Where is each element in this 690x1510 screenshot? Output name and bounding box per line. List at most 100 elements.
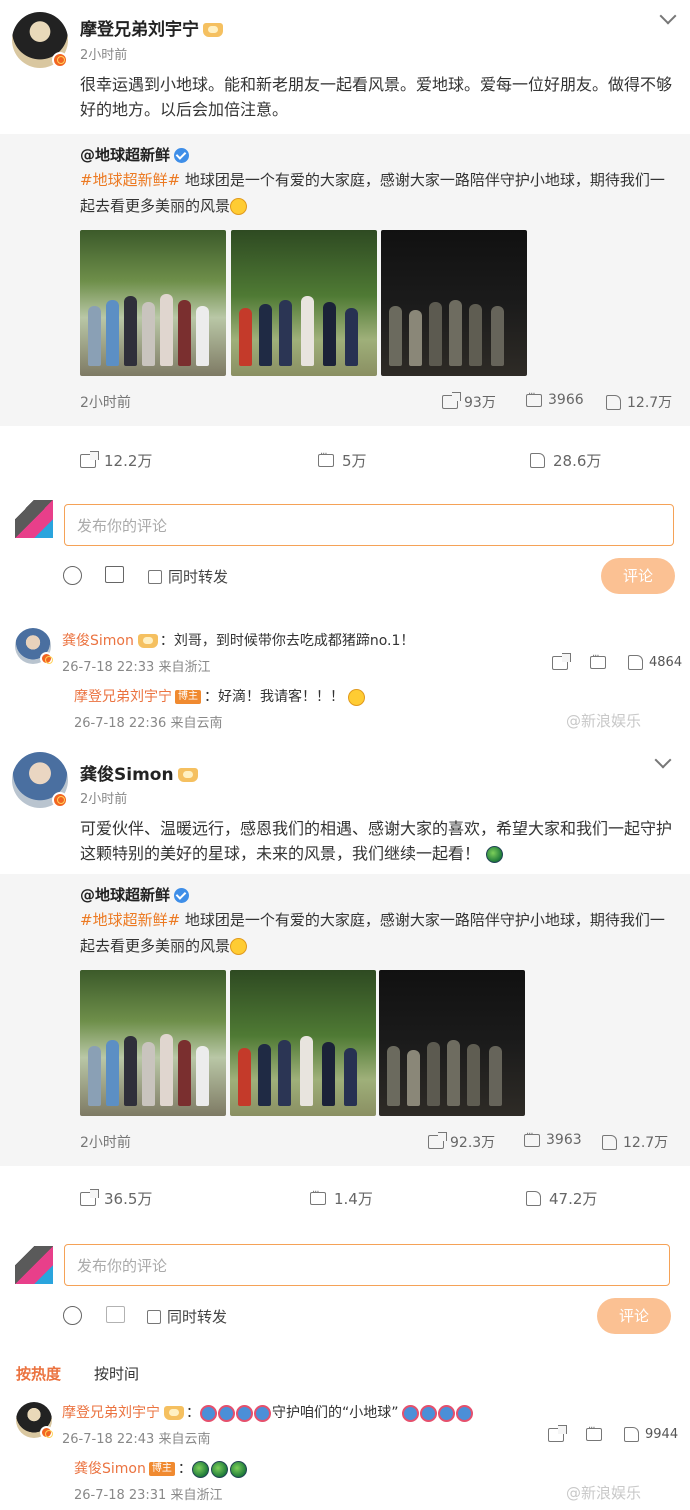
heart-emoji-icon xyxy=(437,1404,455,1422)
image-button[interactable] xyxy=(106,1306,125,1323)
author-name[interactable]: 龚俊Simon xyxy=(80,760,198,785)
verified-badge-icon xyxy=(52,52,68,68)
replier-name[interactable]: 龚俊Simon xyxy=(74,1461,146,1477)
comment-input[interactable]: 发布你的评论 xyxy=(64,504,674,546)
repost-author[interactable]: @地球超新鲜 xyxy=(80,144,190,165)
comment-colon: ： xyxy=(186,1405,200,1421)
comment-like-count: 9944 xyxy=(645,1427,679,1442)
like-icon xyxy=(628,655,643,670)
comment-button[interactable]: 5万 xyxy=(318,449,367,471)
comment-meta: 26-7-18 22:43 来自云南 xyxy=(62,1432,211,1447)
comment-icon xyxy=(310,1187,326,1205)
heart-emoji-icon xyxy=(218,1404,235,1422)
comment-line: 龚俊Simon ：刘哥，到时候带你去吃成都猪蹄no.1！ xyxy=(62,630,414,650)
post-1: 摩登兄弟刘宇宁 2小时前 很幸运遇到小地球。能和新老朋友一起看风景。爱地球。爱每… xyxy=(0,0,690,731)
replier-name[interactable]: 摩登兄弟刘宇宁 xyxy=(74,689,172,705)
comment-like-button[interactable]: 9944 xyxy=(624,1427,678,1442)
sort-by-hot-tab[interactable]: 按热度 xyxy=(16,1363,61,1384)
like-icon xyxy=(530,453,545,468)
repost-card[interactable]: @地球超新鲜 #地球超新鲜# 地球团是一个有爱的大家庭，感谢大家一路陪伴守护小地… xyxy=(0,134,690,426)
repost-author-text: @地球超新鲜 xyxy=(80,886,171,904)
reply-meta: 26-7-18 22:36 来自云南 xyxy=(74,716,223,731)
count-text: 12.7万 xyxy=(627,395,673,411)
repost-comment-count[interactable]: 3966 xyxy=(526,389,584,408)
submit-comment-button[interactable]: 评论 xyxy=(601,558,675,594)
also-repost-checkbox[interactable]: 同时转发 xyxy=(147,1306,227,1327)
verified-check-icon xyxy=(174,148,190,163)
earth-emoji-icon xyxy=(229,1460,247,1478)
reply-text: ：好滴！我请客！！！ xyxy=(204,689,344,705)
repost-image-1[interactable] xyxy=(80,970,226,1116)
crown-icon xyxy=(177,768,198,782)
comment-icon[interactable] xyxy=(590,651,606,669)
author-name[interactable]: 摩登兄弟刘宇宁 xyxy=(80,15,223,40)
repost-button[interactable]: 36.5万 xyxy=(80,1188,152,1209)
post-time: 2小时前 xyxy=(80,792,128,807)
submit-comment-button[interactable]: 评论 xyxy=(597,1298,671,1334)
repost-time: 2小时前 xyxy=(80,395,131,411)
commenter-name[interactable]: 龚俊Simon xyxy=(62,633,134,649)
emoji-button[interactable] xyxy=(63,566,82,585)
earth-emoji-icon xyxy=(486,846,504,863)
repost-button[interactable]: 12.2万 xyxy=(80,450,152,471)
verified-badge-icon xyxy=(52,792,68,808)
emoji-icon xyxy=(63,566,82,585)
count-text: 93万 xyxy=(464,395,496,411)
commenter-name[interactable]: 摩登兄弟刘宇宁 xyxy=(62,1405,160,1421)
watermark: @新浪娱乐 xyxy=(566,1484,642,1502)
repost-image-3[interactable] xyxy=(379,970,525,1116)
host-badge: 博主 xyxy=(175,690,201,704)
repost-count: 12.2万 xyxy=(104,452,153,470)
repost-repost-count[interactable]: 93万 xyxy=(442,392,496,412)
repost-icon xyxy=(428,1132,447,1149)
comment-input[interactable]: 发布你的评论 xyxy=(64,1244,670,1286)
comment-count: 5万 xyxy=(342,452,367,470)
heart-emoji-icon xyxy=(419,1404,437,1422)
emoji-icon xyxy=(63,1306,82,1325)
chevron-down-icon[interactable] xyxy=(659,7,677,25)
comment-like-button[interactable]: 4864 xyxy=(628,655,682,670)
chevron-down-icon[interactable] xyxy=(654,751,672,769)
hashtag-link[interactable]: #地球超新鲜# xyxy=(80,171,180,189)
crown-icon xyxy=(203,23,223,37)
smile-emoji-icon xyxy=(230,938,248,955)
comment-meta: 26-7-18 22:33 来自浙江 xyxy=(62,660,211,675)
sort-by-time-tab[interactable]: 按时间 xyxy=(94,1363,139,1384)
repost-icon[interactable] xyxy=(552,652,571,670)
comment-icon xyxy=(524,1129,540,1147)
repost-card[interactable]: @地球超新鲜 #地球超新鲜# 地球团是一个有爱的大家庭，感谢大家一路陪伴守护小地… xyxy=(0,874,690,1166)
repost-image-1[interactable] xyxy=(80,230,226,376)
repost-image-2[interactable] xyxy=(231,230,377,376)
like-icon xyxy=(606,394,621,410)
reply-line: 摩登兄弟刘宇宁 博主 ：好滴！我请客！！！ xyxy=(74,686,365,706)
checkbox-box[interactable] xyxy=(147,1309,161,1324)
image-icon xyxy=(106,1306,125,1323)
repost-icon xyxy=(442,392,461,409)
repost-repost-count[interactable]: 92.3万 xyxy=(428,1132,495,1152)
like-button[interactable]: 47.2万 xyxy=(526,1188,597,1209)
repost-comment-count[interactable]: 3963 xyxy=(524,1129,582,1148)
comment-text: 守护咱们的“小地球” xyxy=(272,1405,399,1421)
hashtag-link[interactable]: #地球超新鲜# xyxy=(80,911,180,929)
repost-like-count[interactable]: 12.7万 xyxy=(606,392,672,412)
repost-author[interactable]: @地球超新鲜 xyxy=(80,884,190,905)
also-repost-checkbox[interactable]: 同时转发 xyxy=(148,566,228,587)
verified-badge-icon xyxy=(40,1426,53,1439)
crown-icon xyxy=(164,1406,184,1420)
repost-like-count[interactable]: 12.7万 xyxy=(602,1132,668,1152)
emoji-button[interactable] xyxy=(63,1306,82,1325)
repost-icon[interactable] xyxy=(548,1424,567,1442)
post-time: 2小时前 xyxy=(80,48,128,63)
checkbox-box[interactable] xyxy=(148,569,162,584)
crown-icon xyxy=(137,634,158,648)
repost-image-2[interactable] xyxy=(230,970,376,1116)
post-2: 龚俊Simon 2小时前 可爱伙伴、温暖远行，感恩我们的相遇、感谢大家的喜欢，希… xyxy=(0,740,690,1510)
like-icon xyxy=(526,1191,541,1206)
repost-image-3[interactable] xyxy=(381,230,527,376)
like-button[interactable]: 28.6万 xyxy=(530,450,601,471)
image-button[interactable] xyxy=(105,566,124,583)
heart-emoji-icon xyxy=(254,1404,271,1422)
comment-icon[interactable] xyxy=(586,1423,602,1441)
comment-button[interactable]: 1.4万 xyxy=(310,1187,373,1209)
heart-emoji-icon xyxy=(401,1404,419,1422)
